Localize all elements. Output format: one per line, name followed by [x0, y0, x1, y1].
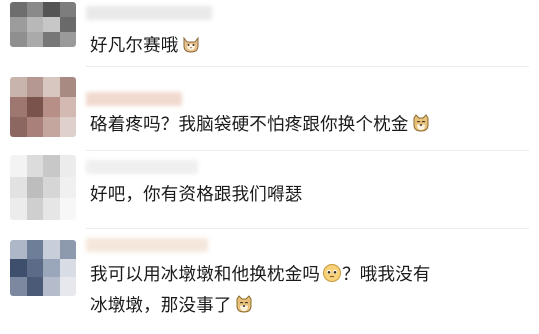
avatar[interactable] — [10, 240, 76, 296]
username-blurred[interactable] — [86, 160, 198, 174]
divider — [86, 66, 529, 67]
comment-item: 我可以用冰墩墩和他换枕金吗 ？哦我没有 冰墩墩，那没事了 — [0, 230, 539, 334]
comment-text: 好凡尔赛哦 — [90, 31, 201, 65]
comment-text-label: 硌着疼吗？我脑袋硬不怕疼跟你换个枕金 — [90, 115, 409, 135]
comment-text-label: 好凡尔赛哦 — [90, 36, 179, 56]
comment-text: 我可以用冰墩墩和他换枕金吗 ？哦我没有 — [90, 260, 431, 294]
comment-text: 硌着疼吗？我脑袋硬不怕疼跟你换个枕金 — [90, 110, 431, 144]
comment-item: 好凡尔赛哦 — [0, 0, 539, 66]
comment-text-line2: 冰墩墩，那没事了 — [90, 296, 232, 316]
comment-text: 好吧，你有资格跟我们嘚瑟 — [90, 180, 302, 211]
comment-item: 硌着疼吗？我脑袋硬不怕疼跟你换个枕金 — [0, 68, 539, 148]
pleading-face-icon — [322, 263, 342, 294]
username-blurred[interactable] — [86, 6, 212, 20]
username-blurred[interactable] — [86, 92, 182, 106]
avatar[interactable] — [10, 155, 76, 220]
avatar[interactable] — [10, 2, 76, 47]
doge-icon — [411, 113, 431, 144]
divider — [86, 150, 529, 151]
comment-text: 冰墩墩，那没事了 — [90, 291, 254, 325]
avatar[interactable] — [10, 77, 76, 137]
cat-face-icon — [181, 34, 201, 65]
divider — [86, 228, 529, 229]
comment-text-line1b: ？哦我没有 — [342, 265, 431, 285]
username-blurred[interactable] — [86, 238, 208, 252]
comment-text-label: 好吧，你有资格跟我们嘚瑟 — [90, 185, 303, 205]
comment-item: 好吧，你有资格跟我们嘚瑟 — [0, 152, 539, 227]
comment-text-line1a: 我可以用冰墩墩和他换枕金吗 — [90, 265, 321, 285]
comment-feed: 好凡尔赛哦 硌着疼吗？我脑袋硬不怕疼跟你换个枕金 好吧，你有资格跟我们嘚瑟 我可… — [0, 0, 539, 334]
doge-icon — [234, 294, 254, 325]
